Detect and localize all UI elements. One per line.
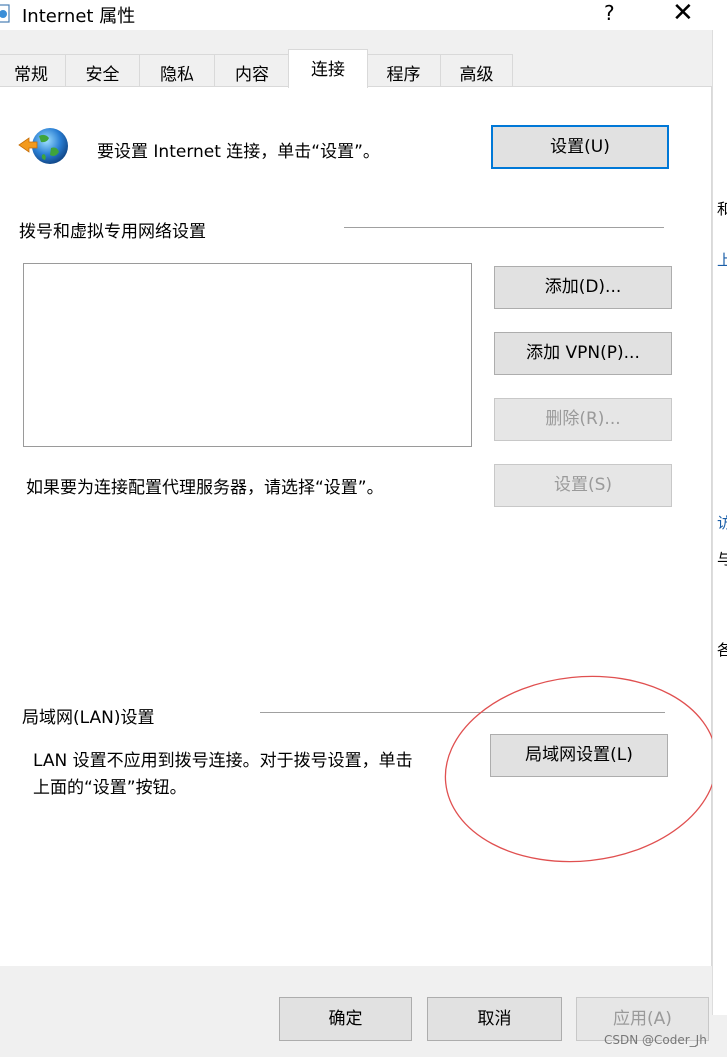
setup-button[interactable]: 设置(U) — [491, 125, 669, 169]
add-button[interactable]: 添加(D)... — [494, 266, 672, 309]
close-button[interactable]: ✕ — [672, 0, 694, 28]
setup-instruction: 要设置 Internet 连接，单击“设置”。 — [97, 142, 380, 162]
globe-connection-icon — [18, 128, 68, 164]
strip-char: 访 — [717, 512, 727, 533]
tab-privacy[interactable]: 隐私 — [139, 54, 215, 87]
ok-button[interactable]: 确定 — [279, 997, 412, 1041]
strip-char: 与 — [717, 548, 727, 569]
internet-options-icon — [0, 4, 10, 23]
dialup-settings-button[interactable]: 设置(S) — [494, 464, 672, 507]
delete-button[interactable]: 删除(R)... — [494, 398, 672, 441]
tab-content[interactable]: 内容 — [214, 54, 290, 87]
add-vpn-button[interactable]: 添加 VPN(P)... — [494, 332, 672, 375]
watermark: CSDN @Coder_Jh — [604, 1033, 707, 1047]
strip-char: 各 — [717, 639, 727, 660]
dialup-heading: 拨号和虚拟专用网络设置 — [19, 222, 206, 242]
tab-security[interactable]: 安全 — [65, 54, 140, 87]
dialup-divider — [344, 227, 664, 228]
tab-connections[interactable]: 连接 — [288, 49, 368, 88]
lan-divider — [260, 712, 665, 713]
connections-listbox[interactable] — [23, 263, 472, 447]
strip-char: 和 — [717, 198, 727, 219]
tab-programs[interactable]: 程序 — [366, 54, 441, 87]
cancel-button[interactable]: 取消 — [427, 997, 562, 1041]
proxy-instruction: 如果要为连接配置代理服务器，请选择“设置”。 — [26, 478, 384, 498]
lan-heading: 局域网(LAN)设置 — [22, 708, 155, 728]
strip-char: 上 — [717, 249, 727, 270]
background-window-strip: 和 上 访 与 各 — [712, 30, 727, 1015]
lan-settings-button[interactable]: 局域网设置(L) — [490, 734, 668, 777]
tab-advanced[interactable]: 高级 — [440, 54, 513, 87]
lan-description-line1: LAN 设置不应用到拨号连接。对于拨号设置，单击 — [33, 751, 413, 771]
window-title: Internet 属性 — [22, 6, 136, 27]
help-button[interactable]: ? — [604, 1, 615, 25]
lan-description-line2: 上面的“设置”按钮。 — [33, 778, 187, 798]
tab-general[interactable]: 常规 — [0, 54, 66, 87]
title-bar: Internet 属性 ? ✕ — [0, 0, 727, 30]
